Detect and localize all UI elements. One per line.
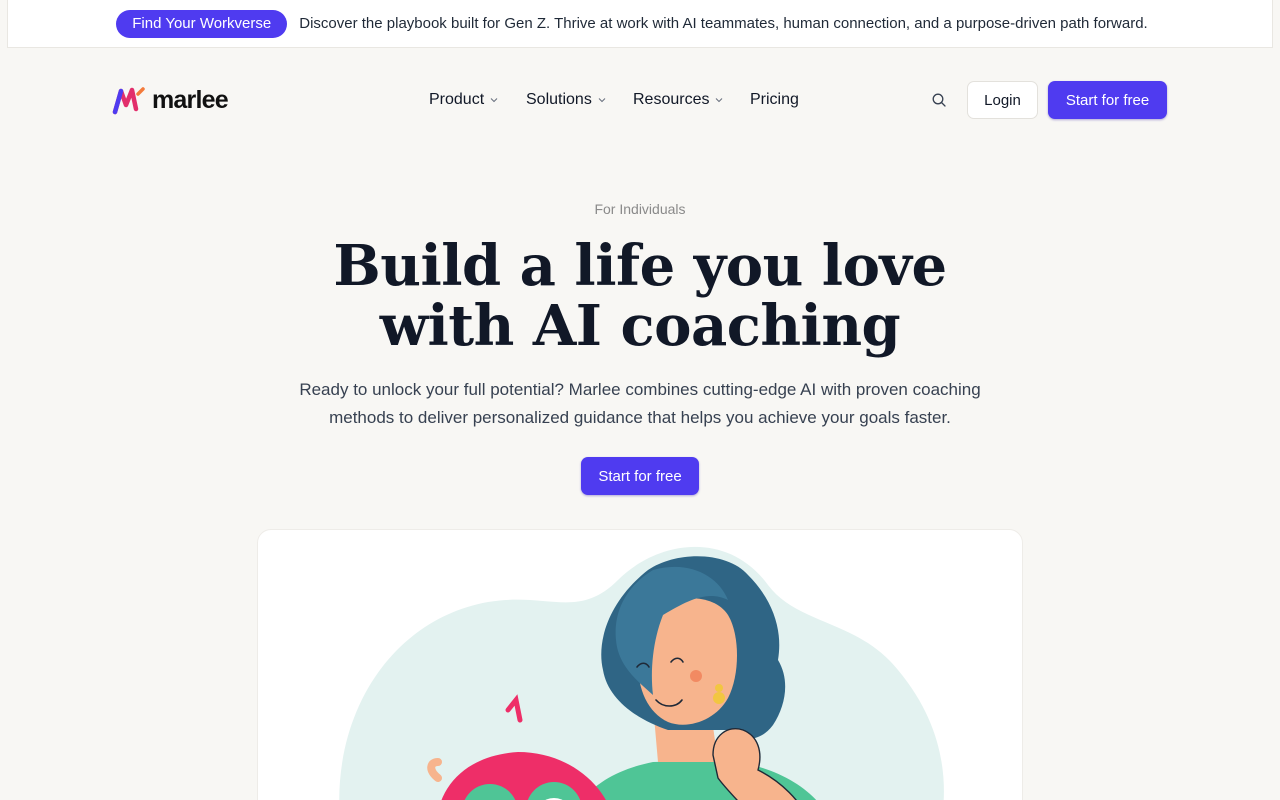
nav-resources-label: Resources [633, 91, 710, 108]
hero-title: Build a life you love with AI coaching [240, 236, 1040, 356]
marlee-logo[interactable]: marlee [112, 85, 229, 115]
hero-subtitle: Ready to unlock your full potential? Mar… [299, 380, 981, 427]
nav-product[interactable]: Product [429, 91, 498, 109]
hero-eyebrow: For Individuals [594, 201, 686, 217]
chevron-down-icon [490, 98, 498, 103]
search-icon[interactable] [931, 92, 947, 108]
announcement-bar: Find Your Workverse Discover the playboo… [7, 0, 1273, 48]
nav-pricing-label: Pricing [750, 91, 799, 108]
hero-illustration-card [257, 529, 1023, 800]
announcement-text: Discover the playbook built for Gen Z. T… [299, 15, 1148, 32]
nav-product-label: Product [429, 91, 485, 108]
start-for-free-hero-button[interactable]: Start for free [581, 457, 699, 495]
woman-with-mascot-illustration [339, 546, 944, 800]
hero-title-line-1: Build a life you love [333, 233, 947, 299]
nav-solutions-label: Solutions [526, 91, 592, 108]
start-for-free-header-button[interactable]: Start for free [1048, 81, 1167, 119]
logo-wordmark: marlee [152, 85, 229, 114]
login-button[interactable]: Login [967, 81, 1038, 119]
nav-pricing[interactable]: Pricing [750, 91, 799, 109]
hero-title-line-2: with AI coaching [379, 293, 901, 359]
nav-solutions[interactable]: Solutions [526, 91, 606, 109]
chevron-down-icon [716, 98, 723, 103]
nav-resources[interactable]: Resources [633, 91, 723, 109]
chevron-down-icon [598, 98, 606, 103]
find-your-workverse-link[interactable]: Find Your Workverse [116, 9, 288, 38]
marlee-logo-icon [112, 87, 145, 115]
